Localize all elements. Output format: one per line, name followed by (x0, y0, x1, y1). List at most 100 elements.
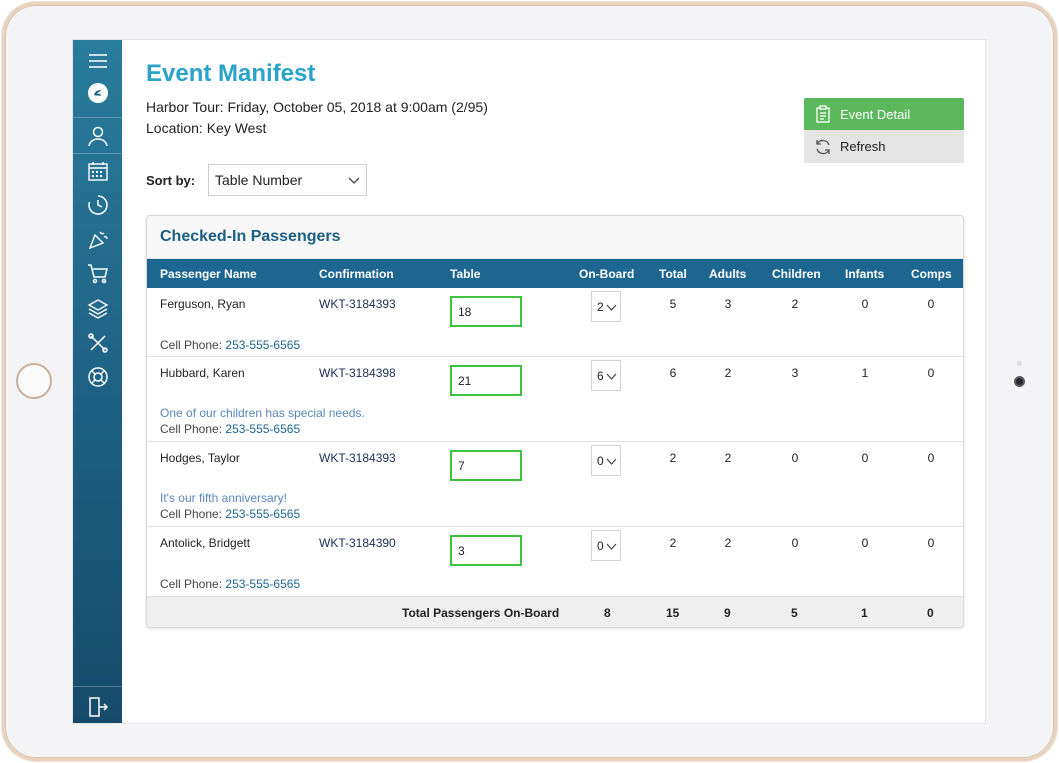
adults-count: 2 (724, 366, 732, 380)
checked-in-panel: Checked-In Passengers Passenger Name Con… (146, 215, 964, 628)
clipboard-icon (816, 105, 830, 123)
special-request-note: One of our children has special needs. (160, 406, 365, 420)
logo-icon[interactable] (73, 76, 122, 110)
total-total: 15 (666, 606, 680, 620)
cell-phone-label: Cell Phone: (160, 422, 223, 436)
infants-count: 0 (861, 536, 869, 550)
infants-count: 0 (861, 451, 869, 465)
cell-phone: Cell Phone: 253-555-6565 (160, 507, 300, 521)
table-row: Antolick, Bridgett WKT-3184390 3 0 2 2 0… (147, 527, 963, 597)
col-infants: Infants (845, 267, 885, 281)
exit-icon[interactable] (73, 690, 122, 723)
cell-phone: Cell Phone: 253-555-6565 (160, 338, 300, 352)
children-count: 2 (791, 297, 799, 311)
table-row: Hodges, Taylor WKT-3184393 7 0 2 2 0 0 0… (147, 442, 963, 527)
party-icon[interactable] (73, 222, 122, 256)
sort-select-value: Table Number (215, 172, 303, 188)
total-count: 6 (669, 366, 677, 380)
main-content: Event Manifest Harbor Tour: Friday, Octo… (122, 40, 985, 723)
cart-icon[interactable] (73, 256, 122, 290)
comps-count: 0 (927, 536, 935, 550)
clock-icon[interactable] (73, 188, 122, 222)
chevron-down-icon (606, 543, 617, 550)
app-screen: Event Manifest Harbor Tour: Friday, Octo… (72, 39, 986, 724)
event-detail-label: Event Detail (840, 106, 911, 122)
confirmation-number: WKT-3184393 (319, 297, 396, 311)
cell-phone: Cell Phone: 253-555-6565 (160, 577, 300, 591)
totals-label: Total Passengers On-Board (402, 606, 560, 620)
total-adults: 9 (724, 606, 731, 620)
phone-link[interactable]: 253-555-6565 (225, 422, 300, 436)
chevron-down-icon (606, 304, 617, 311)
layers-icon[interactable] (73, 291, 122, 325)
calendar-icon[interactable] (73, 154, 122, 188)
table-row: Ferguson, Ryan WKT-3184393 18 2 5 3 2 0 … (147, 288, 963, 357)
sort-label: Sort by: (146, 173, 196, 188)
table-number-input[interactable]: 7 (450, 450, 522, 481)
col-comps: Comps (911, 267, 952, 281)
onboard-select[interactable]: 6 (591, 360, 621, 391)
confirmation-number: WKT-3184393 (319, 451, 396, 465)
lifebuoy-icon[interactable] (73, 360, 122, 394)
phone-link[interactable]: 253-555-6565 (225, 577, 300, 591)
total-count: 5 (669, 297, 677, 311)
infants-count: 1 (861, 366, 869, 380)
children-count: 3 (791, 366, 799, 380)
page-title: Event Manifest (146, 60, 316, 87)
col-table: Table (450, 267, 481, 281)
event-location: Location: Key West (146, 120, 267, 136)
phone-link[interactable]: 253-555-6565 (225, 507, 300, 521)
total-children: 5 (791, 606, 798, 620)
sensor-dot (1017, 361, 1022, 366)
adults-count: 3 (724, 297, 732, 311)
chevron-down-icon (606, 373, 617, 380)
onboard-value: 0 (597, 538, 604, 553)
cell-phone: Cell Phone: 253-555-6565 (160, 422, 300, 436)
chevron-down-icon (348, 177, 360, 184)
event-info: Harbor Tour: Friday, October 05, 2018 at… (146, 99, 488, 115)
table-row: Hubbard, Karen WKT-3184398 21 6 6 2 3 1 … (147, 357, 963, 442)
col-adults: Adults (709, 267, 747, 281)
cell-phone-label: Cell Phone: (160, 577, 223, 591)
col-children: Children (772, 267, 821, 281)
cell-phone-label: Cell Phone: (160, 338, 223, 352)
tools-icon[interactable] (73, 326, 122, 360)
refresh-icon (816, 139, 830, 154)
passenger-name: Hubbard, Karen (160, 366, 245, 380)
onboard-select[interactable]: 0 (591, 530, 621, 561)
col-passenger-name: Passenger Name (160, 267, 257, 281)
sort-select[interactable]: Table Number (208, 164, 367, 196)
event-detail-button[interactable]: Event Detail (804, 98, 964, 130)
onboard-value: 2 (597, 299, 604, 314)
confirmation-number: WKT-3184398 (319, 366, 396, 380)
onboard-select[interactable]: 2 (591, 291, 621, 322)
home-button[interactable] (16, 363, 52, 399)
onboard-select[interactable]: 0 (591, 445, 621, 476)
passenger-name: Hodges, Taylor (160, 451, 240, 465)
adults-count: 2 (724, 536, 732, 550)
total-count: 2 (669, 536, 677, 550)
refresh-button[interactable]: Refresh (804, 130, 964, 163)
children-count: 0 (791, 536, 799, 550)
comps-count: 0 (927, 366, 935, 380)
cell-phone-label: Cell Phone: (160, 507, 223, 521)
phone-link[interactable]: 253-555-6565 (225, 338, 300, 352)
totals-row: Total Passengers On-Board 8 15 9 5 1 0 (147, 597, 963, 627)
comps-count: 0 (927, 297, 935, 311)
table-number-input[interactable]: 21 (450, 365, 522, 396)
chevron-down-icon (606, 458, 617, 465)
table-number-input[interactable]: 18 (450, 296, 522, 327)
adults-count: 2 (724, 451, 732, 465)
total-onboard: 8 (604, 606, 611, 620)
total-count: 2 (669, 451, 677, 465)
menu-icon[interactable] (73, 44, 122, 78)
comps-count: 0 (927, 451, 935, 465)
table-number-input[interactable]: 3 (450, 535, 522, 566)
user-icon[interactable] (73, 119, 122, 153)
special-request-note: It's our fifth anniversary! (160, 491, 288, 505)
total-comps: 0 (927, 606, 934, 620)
total-infants: 1 (861, 606, 868, 620)
children-count: 0 (791, 451, 799, 465)
panel-title: Checked-In Passengers (147, 216, 963, 259)
col-confirmation: Confirmation (319, 267, 394, 281)
